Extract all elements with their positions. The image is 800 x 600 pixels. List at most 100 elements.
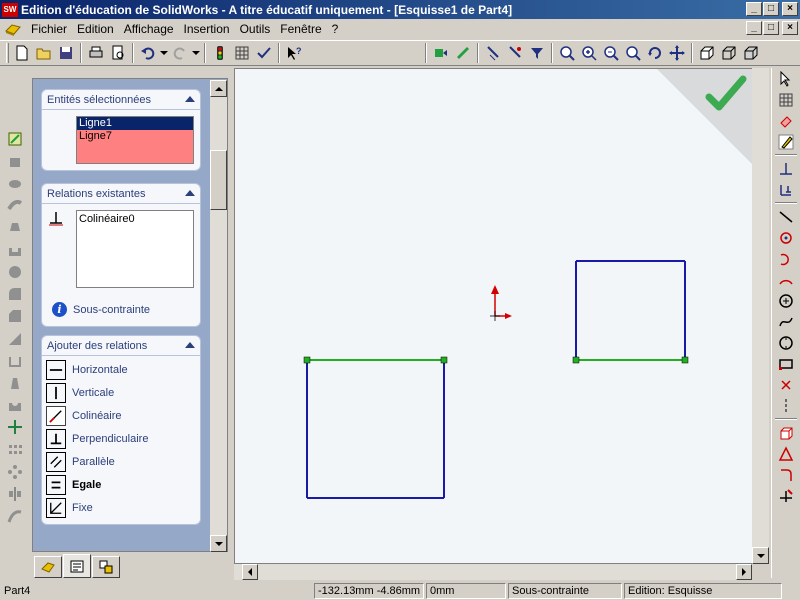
centerline-tool-icon[interactable] — [775, 395, 797, 416]
select-pointer-icon[interactable] — [775, 68, 797, 89]
add-relation-fix[interactable]: Fixe — [42, 496, 200, 519]
hole-wizard-icon[interactable] — [4, 395, 26, 416]
sketch-pencil-icon[interactable] — [775, 131, 797, 152]
menu-outils[interactable]: Outils — [235, 22, 276, 36]
sketch-endpoint[interactable] — [681, 356, 689, 364]
sketch-fillet-icon[interactable] — [775, 464, 797, 485]
curves-icon[interactable] — [4, 506, 26, 527]
graphics-horizontal-scrollbar[interactable] — [234, 564, 752, 580]
add-relation-perpendicular[interactable]: Perpendiculaire — [42, 427, 200, 450]
fillet-icon[interactable] — [4, 284, 26, 305]
scroll-thumb[interactable] — [210, 150, 227, 210]
doc-restore-button[interactable]: □ — [763, 21, 779, 35]
chamfer-icon[interactable] — [4, 306, 26, 327]
options-check-icon[interactable] — [253, 42, 275, 64]
solidworks-app-icon[interactable]: SW — [2, 2, 18, 17]
existing-relations-list[interactable]: Colinéaire0 — [76, 210, 194, 288]
select-face-icon[interactable] — [504, 42, 526, 64]
loft-icon[interactable] — [4, 217, 26, 238]
point-tool-icon[interactable] — [775, 374, 797, 395]
rectangle-tool-icon[interactable] — [775, 353, 797, 374]
new-file-icon[interactable] — [11, 42, 33, 64]
graphics-vertical-scrollbar[interactable] — [752, 68, 769, 564]
circular-pattern-icon[interactable] — [4, 461, 26, 482]
whats-this-help-icon[interactable]: ? — [283, 42, 305, 64]
tangent-arc-icon[interactable] — [775, 248, 797, 269]
grid-icon[interactable] — [231, 42, 253, 64]
spline-tool-icon[interactable] — [775, 311, 797, 332]
panel-scrollbar[interactable] — [210, 80, 227, 552]
zoom-in-out-icon[interactable] — [600, 42, 622, 64]
draft-icon[interactable] — [4, 372, 26, 393]
line-tool-icon[interactable] — [775, 206, 797, 227]
edit-sketch-icon[interactable] — [452, 42, 474, 64]
traffic-light-icon[interactable] — [209, 42, 231, 64]
collapse-caret-icon[interactable] — [185, 190, 195, 196]
zoom-fit-icon[interactable] — [556, 42, 578, 64]
rib-icon[interactable] — [4, 328, 26, 349]
menu-affichage[interactable]: Affichage — [119, 22, 179, 36]
menu-fichier[interactable]: Fichier — [26, 22, 72, 36]
featuremanager-tab[interactable] — [34, 556, 62, 578]
zoom-selection-icon[interactable] — [622, 42, 644, 64]
collapse-caret-icon[interactable] — [185, 342, 195, 348]
add-relation-icon[interactable] — [775, 179, 797, 200]
maximize-button[interactable]: □ — [763, 2, 779, 16]
list-item[interactable]: Colinéaire0 — [77, 211, 193, 227]
scroll-right-button[interactable] — [736, 564, 752, 580]
toolbar-grip[interactable] — [6, 43, 9, 63]
sweep-icon[interactable] — [4, 195, 26, 216]
selected-entities-list[interactable]: Ligne1 Ligne7 — [76, 116, 194, 164]
trim-entities-icon[interactable] — [775, 485, 797, 506]
centerpoint-arc-icon[interactable] — [775, 227, 797, 248]
redo-icon[interactable] — [169, 42, 191, 64]
undo-dropdown-icon[interactable] — [159, 42, 169, 64]
eraser-icon[interactable] — [775, 110, 797, 131]
revolved-cut-icon[interactable] — [4, 261, 26, 282]
add-relation-horizontal[interactable]: Horizontale — [42, 358, 200, 381]
print-icon[interactable] — [85, 42, 107, 64]
display-style-icon[interactable] — [718, 42, 740, 64]
view-orientation-icon[interactable] — [696, 42, 718, 64]
zoom-window-icon[interactable] — [578, 42, 600, 64]
close-button[interactable]: × — [782, 2, 798, 16]
scroll-down-button[interactable] — [210, 535, 227, 552]
smart-dimension-icon[interactable] — [775, 158, 797, 179]
add-relations-header[interactable]: Ajouter des relations — [42, 336, 200, 356]
mirror-icon[interactable] — [4, 484, 26, 505]
scroll-left-button[interactable] — [242, 564, 258, 580]
three-point-arc-icon[interactable] — [775, 269, 797, 290]
add-relation-parallel[interactable]: Parallèle — [42, 450, 200, 473]
save-icon[interactable] — [55, 42, 77, 64]
list-item[interactable]: Ligne7 — [77, 130, 193, 143]
hidden-lines-icon[interactable] — [740, 42, 762, 64]
menu-fenetre[interactable]: Fenêtre — [275, 22, 326, 36]
sketch-grid-icon[interactable] — [775, 89, 797, 110]
rotate-view-icon[interactable] — [644, 42, 666, 64]
pan-icon[interactable] — [666, 42, 688, 64]
scroll-down-button[interactable] — [752, 547, 769, 564]
undo-icon[interactable] — [137, 42, 159, 64]
open-folder-icon[interactable] — [33, 42, 55, 64]
offset-entities-icon[interactable] — [775, 443, 797, 464]
shell-icon[interactable] — [4, 350, 26, 371]
select-edge-icon[interactable] — [482, 42, 504, 64]
print-preview-icon[interactable] — [107, 42, 129, 64]
configurationmanager-tab[interactable] — [92, 556, 120, 578]
sketch-icon[interactable] — [4, 128, 26, 149]
menu-edition[interactable]: Edition — [72, 22, 119, 36]
doc-close-button[interactable]: × — [782, 21, 798, 35]
ellipse-tool-icon[interactable] — [775, 332, 797, 353]
scroll-up-button[interactable] — [210, 80, 227, 97]
collapse-caret-icon[interactable] — [185, 96, 195, 102]
minimize-button[interactable]: _ — [746, 2, 762, 16]
linear-pattern-icon[interactable] — [4, 439, 26, 460]
add-relation-collinear[interactable]: Colinéaire — [42, 404, 200, 427]
selected-entities-header[interactable]: Entités sélectionnées — [42, 90, 200, 110]
graphics-area[interactable] — [234, 68, 768, 564]
doc-minimize-button[interactable]: _ — [746, 21, 762, 35]
list-item[interactable]: Ligne1 — [77, 117, 193, 130]
revolve-boss-icon[interactable] — [4, 172, 26, 193]
menu-help[interactable]: ? — [327, 22, 344, 36]
propertymanager-tab[interactable] — [63, 554, 91, 578]
